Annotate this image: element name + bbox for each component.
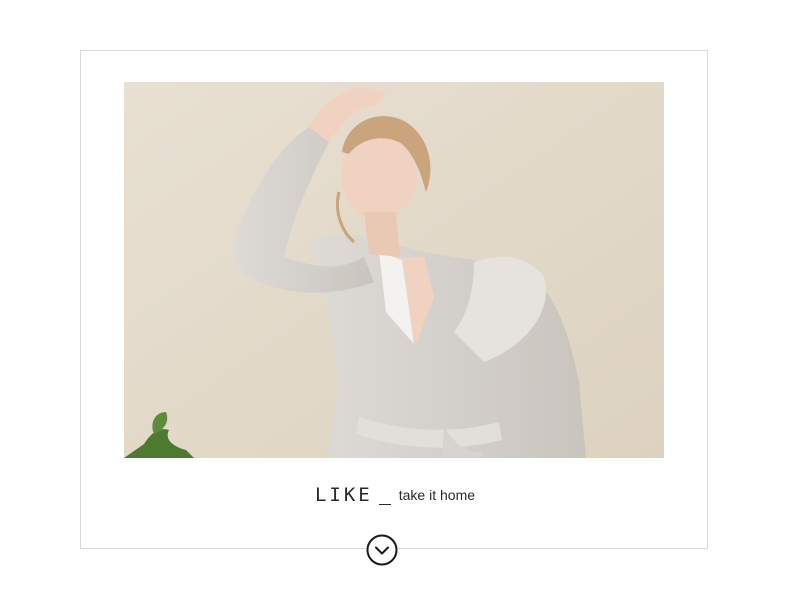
caption-title: LIKE xyxy=(314,484,373,506)
product-photo xyxy=(124,82,664,458)
model-in-robe-illustration xyxy=(124,82,664,458)
caption-subtitle: take it home xyxy=(398,487,476,503)
product-detail-section: LIKE take it home xyxy=(0,0,790,597)
chevron-down-circle-icon xyxy=(366,534,398,566)
caption-dash xyxy=(378,504,391,506)
caption: LIKE take it home xyxy=(0,484,790,506)
scroll-down-button[interactable] xyxy=(366,534,398,566)
